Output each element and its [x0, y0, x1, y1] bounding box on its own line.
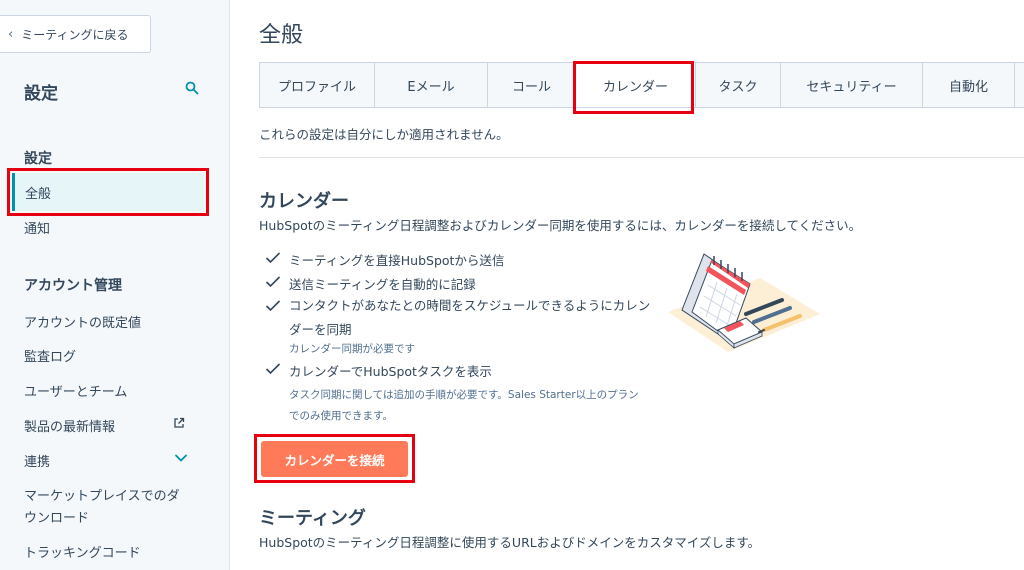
sidebar-item-product-updates[interactable]: 製品の最新情報: [24, 416, 115, 435]
meetings-description: HubSpotのミーティング日程調整に使用するURLおよびドメインをカスタマイズ…: [259, 535, 761, 550]
feature-note: カレンダー同期が必要です: [289, 343, 415, 355]
feature-text: カレンダーでHubSpotタスクを表示: [289, 364, 492, 379]
feature-item: カレンダーでHubSpotタスクを表示: [265, 361, 492, 380]
feature-item: 送信ミーティングを自動的に記録: [265, 274, 476, 293]
sidebar-section-account: アカウント管理: [24, 278, 122, 294]
sidebar-item-marketplace[interactable]: マーケットプレイスでのダ ウンロード: [24, 486, 180, 530]
feature-note-line1: タスク同期に関しては追加の手順が必要です。Sales Starter以上のプラン: [289, 389, 639, 401]
tab-automation[interactable]: 自動化: [923, 63, 1015, 107]
tab-email[interactable]: Eメール: [375, 63, 488, 107]
calendar-description: HubSpotのミーティング日程調整およびカレンダー同期を使用するには、カレンダ…: [259, 218, 862, 233]
sidebar-item-notifications[interactable]: 通知: [24, 218, 50, 237]
sidebar-item-tracking-code[interactable]: トラッキングコード: [24, 542, 141, 561]
chevron-left-icon: ‹: [8, 26, 14, 42]
checkmark-icon: [265, 300, 281, 312]
calendar-illustration: [668, 253, 820, 352]
sidebar-item-general[interactable]: 全般: [12, 173, 204, 211]
sidebar-item-marketplace-line2: ウンロード: [24, 511, 90, 526]
sidebar-item-label: 全般: [25, 187, 52, 202]
feature-item: コンタクトがあなたとの時間をスケジュールできるようにカレン ダーを同期: [265, 294, 650, 342]
meetings-heading: ミーティング: [259, 508, 366, 529]
settings-scope-notice: これらの設定は自分にしか適用されません。: [259, 127, 509, 142]
sidebar-section-settings: 設定: [24, 151, 52, 167]
chevron-down-icon[interactable]: [174, 453, 188, 463]
calendar-heading: カレンダー: [259, 191, 349, 212]
checkmark-icon: [265, 363, 281, 375]
settings-tabs: プロファイル Eメール コール カレンダー タスク セキュリティー 自動化: [259, 62, 1024, 108]
feature-text: 送信ミーティングを自動的に記録: [289, 277, 476, 292]
tab-calls[interactable]: コール: [488, 63, 576, 107]
connect-calendar-button[interactable]: カレンダーを接続: [261, 441, 408, 477]
sidebar-title: 設定: [24, 84, 58, 104]
feature-note: タスク同期に関しては追加の手順が必要です。Sales Starter以上のプラン…: [289, 385, 639, 427]
sidebar-item-account-defaults[interactable]: アカウントの既定値: [24, 312, 141, 331]
sidebar-item-marketplace-line1: マーケットプレイスでのダ: [24, 489, 180, 504]
feature-item: ミーティングを直接HubSpotから送信: [265, 250, 504, 269]
tab-tasks[interactable]: タスク: [696, 63, 781, 107]
back-button-label: ミーティングに戻る: [21, 27, 129, 42]
feature-text: ミーティングを直接HubSpotから送信: [289, 253, 505, 268]
tab-profile[interactable]: プロファイル: [260, 63, 375, 107]
search-icon[interactable]: [185, 81, 199, 95]
tab-security[interactable]: セキュリティー: [781, 63, 923, 107]
sidebar-item-integrations[interactable]: 連携: [24, 451, 50, 470]
page-title: 全般: [259, 23, 304, 48]
tab-calendar[interactable]: カレンダー: [576, 63, 696, 107]
settings-sidebar: ‹ ミーティングに戻る 設定 設定 全般 通知 アカウント管理 アカウントの既定…: [0, 0, 230, 570]
checkmark-icon: [265, 276, 281, 288]
external-link-icon: [174, 417, 185, 428]
feature-note-line2: でのみ使用できます。: [289, 410, 393, 422]
feature-text-line2: ダーを同期: [289, 322, 352, 337]
sidebar-item-users-teams[interactable]: ユーザーとチーム: [24, 381, 127, 400]
section-divider: [259, 157, 1024, 158]
back-to-meetings-button[interactable]: ‹ ミーティングに戻る: [0, 15, 151, 53]
checkmark-icon: [265, 252, 281, 264]
feature-text: コンタクトがあなたとの時間をスケジュールできるようにカレン: [289, 298, 651, 313]
sidebar-item-audit-logs[interactable]: 監査ログ: [24, 346, 76, 365]
